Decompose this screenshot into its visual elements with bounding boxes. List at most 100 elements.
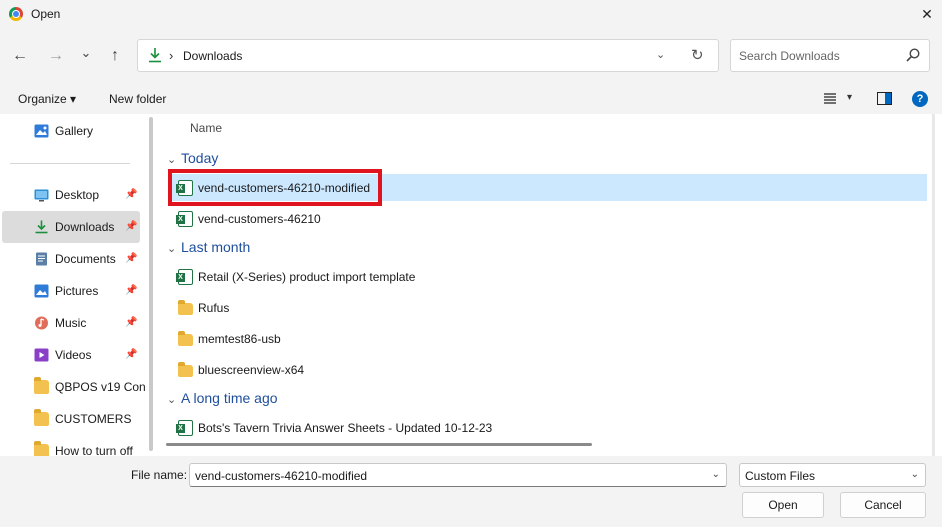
sidebar-item-label: Documents — [55, 252, 116, 266]
chevron-down-icon[interactable]: ⌄ — [911, 469, 919, 480]
search-placeholder: Search Downloads — [739, 49, 840, 63]
view-dropdown-icon[interactable]: ▾ — [847, 92, 852, 103]
gallery-icon — [34, 124, 49, 138]
file-name-input[interactable]: vend-customers-46210-modified ⌄ — [189, 463, 727, 487]
preview-pane-icon[interactable] — [877, 92, 892, 105]
group-label: Last month — [181, 239, 251, 255]
file-name: vend-customers-46210 — [198, 212, 321, 226]
file-row[interactable]: Rufus — [170, 294, 927, 321]
close-button[interactable]: ✕ — [912, 0, 942, 28]
sidebar-item-pictures[interactable]: Pictures 📌 — [2, 275, 140, 307]
file-row[interactable]: memtest86-usb — [170, 325, 927, 352]
folder-icon — [178, 362, 193, 377]
group-label: A long time ago — [181, 390, 278, 406]
sidebar-scrollbar[interactable] — [149, 117, 153, 451]
chevron-down-icon: ⌄ — [167, 243, 177, 255]
file-name: Retail (X-Series) product import templat… — [198, 270, 416, 284]
horizontal-scrollbar[interactable] — [166, 443, 592, 446]
sidebar-item-label: Pictures — [55, 284, 99, 298]
file-name: vend-customers-46210-modified — [198, 181, 371, 195]
vertical-scrollbar[interactable] — [932, 114, 935, 456]
sidebar-item-label: How to turn off — [55, 444, 133, 456]
file-type-select[interactable]: Custom Files ⌄ — [739, 463, 926, 487]
sidebar-item-label: Videos — [55, 348, 92, 362]
pin-icon: 📌 — [125, 285, 138, 296]
excel-file-icon — [176, 180, 193, 196]
file-list[interactable]: Name ⌄ Today vend-customers-46210-modifi… — [157, 114, 942, 456]
sidebar-item-downloads[interactable]: Downloads 📌 — [2, 211, 140, 243]
sidebar-item-label: CUSTOMERS — [55, 412, 132, 426]
refresh-icon[interactable]: ↻ — [691, 46, 704, 64]
navigation-pane[interactable]: Gallery Desktop 📌 Downloads 📌 Documents … — [0, 114, 157, 456]
view-options-icon[interactable] — [823, 92, 837, 105]
chevron-down-icon: ⌄ — [167, 154, 177, 166]
chevron-down-icon[interactable]: ⌄ — [656, 48, 665, 61]
excel-file-icon — [176, 269, 193, 285]
new-folder-button[interactable]: New folder — [109, 92, 166, 106]
sidebar-item-how-to-turn-off[interactable]: How to turn off — [2, 435, 140, 456]
file-row[interactable]: Bots's Tavern Trivia Answer Sheets - Upd… — [170, 414, 927, 441]
command-bar: Organize ▾ New folder ▾ ? — [0, 84, 942, 114]
download-icon — [149, 48, 161, 63]
file-row[interactable]: Retail (X-Series) product import templat… — [170, 263, 927, 290]
file-name: bluescreenview-x64 — [198, 363, 305, 377]
music-icon — [35, 316, 48, 330]
window-title: Open — [31, 7, 61, 21]
open-button[interactable]: Open — [742, 492, 824, 518]
recent-locations-button[interactable]: ⌄ — [76, 44, 96, 62]
breadcrumb-downloads[interactable]: Downloads — [183, 49, 242, 63]
file-row[interactable]: vend-customers-46210-modified — [170, 174, 927, 201]
back-button[interactable]: ← — [10, 47, 30, 65]
organize-button[interactable]: Organize ▾ — [18, 92, 76, 106]
sidebar-item-label: Desktop — [55, 188, 100, 202]
sidebar-item-customers[interactable]: CUSTOMERS — [2, 403, 140, 435]
sidebar-item-music[interactable]: Music 📌 — [2, 307, 140, 339]
documents-icon — [36, 252, 47, 266]
excel-file-icon — [176, 211, 193, 227]
file-name: Bots's Tavern Trivia Answer Sheets - Upd… — [198, 421, 493, 435]
chrome-icon — [9, 7, 23, 21]
pin-icon: 📌 — [125, 221, 138, 232]
group-label: Today — [181, 150, 219, 166]
folder-icon — [178, 331, 193, 346]
folder-icon — [178, 300, 193, 315]
file-name-label: File name: — [131, 468, 188, 482]
navigation-bar: ← → ⌄ ↑ › Downloads ⌄ ↻ Search Downloads — [0, 28, 942, 84]
search-input[interactable]: Search Downloads — [730, 39, 930, 72]
search-icon — [906, 48, 920, 62]
file-type-value: Custom Files — [745, 469, 816, 483]
file-row[interactable]: vend-customers-46210 — [170, 205, 927, 232]
sidebar-item-qbpos[interactable]: QBPOS v19 Con — [2, 371, 146, 403]
sidebar-item-label: QBPOS v19 Con — [55, 380, 146, 394]
sidebar-divider — [10, 163, 130, 164]
pin-icon: 📌 — [125, 317, 138, 328]
file-name: Rufus — [198, 301, 230, 315]
download-icon — [35, 220, 48, 234]
title-bar: Open ✕ — [0, 0, 942, 28]
excel-file-icon — [176, 420, 193, 436]
pictures-icon — [34, 284, 49, 298]
sidebar-item-documents[interactable]: Documents 📌 — [2, 243, 140, 275]
pin-icon: 📌 — [125, 189, 138, 200]
sidebar-item-label: Gallery — [55, 124, 94, 138]
chevron-down-icon: ⌄ — [167, 394, 177, 406]
sidebar-item-gallery[interactable]: Gallery — [2, 115, 140, 147]
address-bar[interactable]: › Downloads ⌄ ↻ — [137, 39, 719, 72]
folder-icon — [34, 377, 49, 394]
sidebar-item-label: Downloads — [55, 220, 115, 234]
file-row[interactable]: bluescreenview-x64 — [170, 356, 927, 383]
sidebar-item-desktop[interactable]: Desktop 📌 — [2, 179, 140, 211]
sidebar-item-videos[interactable]: Videos 📌 — [2, 339, 140, 371]
cancel-button[interactable]: Cancel — [840, 492, 926, 518]
file-name-value: vend-customers-46210-modified — [195, 469, 368, 483]
column-header-name[interactable]: Name — [190, 121, 222, 135]
sidebar-item-label: Music — [55, 316, 87, 330]
chevron-down-icon[interactable]: ⌄ — [712, 469, 720, 480]
file-name: memtest86-usb — [198, 332, 281, 346]
forward-button[interactable]: → — [46, 47, 66, 65]
up-button[interactable]: ↑ — [105, 47, 125, 65]
folder-icon — [34, 441, 49, 456]
help-icon[interactable]: ? — [912, 91, 928, 107]
videos-icon — [34, 348, 49, 362]
breadcrumb-separator: › — [169, 48, 174, 63]
